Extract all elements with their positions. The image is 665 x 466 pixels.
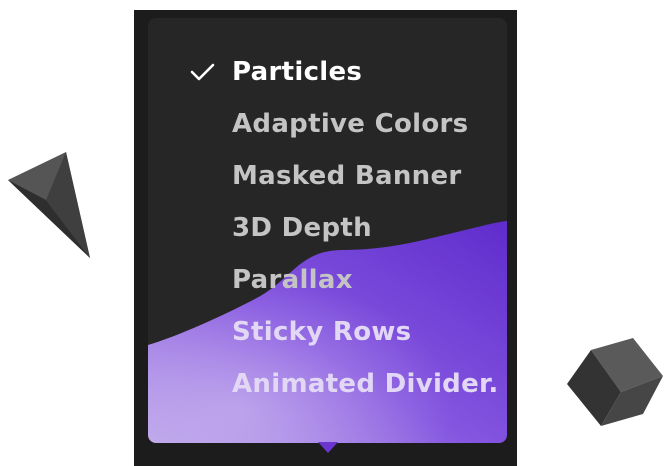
effects-menu: Particles Adaptive Colors Masked Banner … <box>187 46 499 410</box>
menu-item-masked-banner[interactable]: Masked Banner <box>187 150 499 202</box>
cube-shape <box>567 338 663 426</box>
menu-item-label: Particles <box>232 57 363 87</box>
menu-item-label: 3D Depth <box>232 213 372 243</box>
menu-item-particles[interactable]: Particles <box>187 46 499 98</box>
menu-item-adaptive-colors[interactable]: Adaptive Colors <box>187 98 499 150</box>
menu-item-label: Animated Divider. <box>232 369 499 399</box>
menu-item-sticky-rows[interactable]: Sticky Rows <box>187 306 499 358</box>
menu-item-label: Sticky Rows <box>232 317 412 347</box>
menu-item-label: Masked Banner <box>232 161 462 191</box>
menu-item-parallax[interactable]: Parallax <box>187 254 499 306</box>
menu-item-label: Parallax <box>232 265 353 295</box>
menu-item-label: Adaptive Colors <box>232 109 469 139</box>
checkmark-icon <box>190 63 215 81</box>
pyramid-shape <box>8 152 90 258</box>
dropdown-pointer <box>318 442 338 453</box>
menu-item-animated-divider[interactable]: Animated Divider. <box>187 358 499 410</box>
menu-item-3d-depth[interactable]: 3D Depth <box>187 202 499 254</box>
